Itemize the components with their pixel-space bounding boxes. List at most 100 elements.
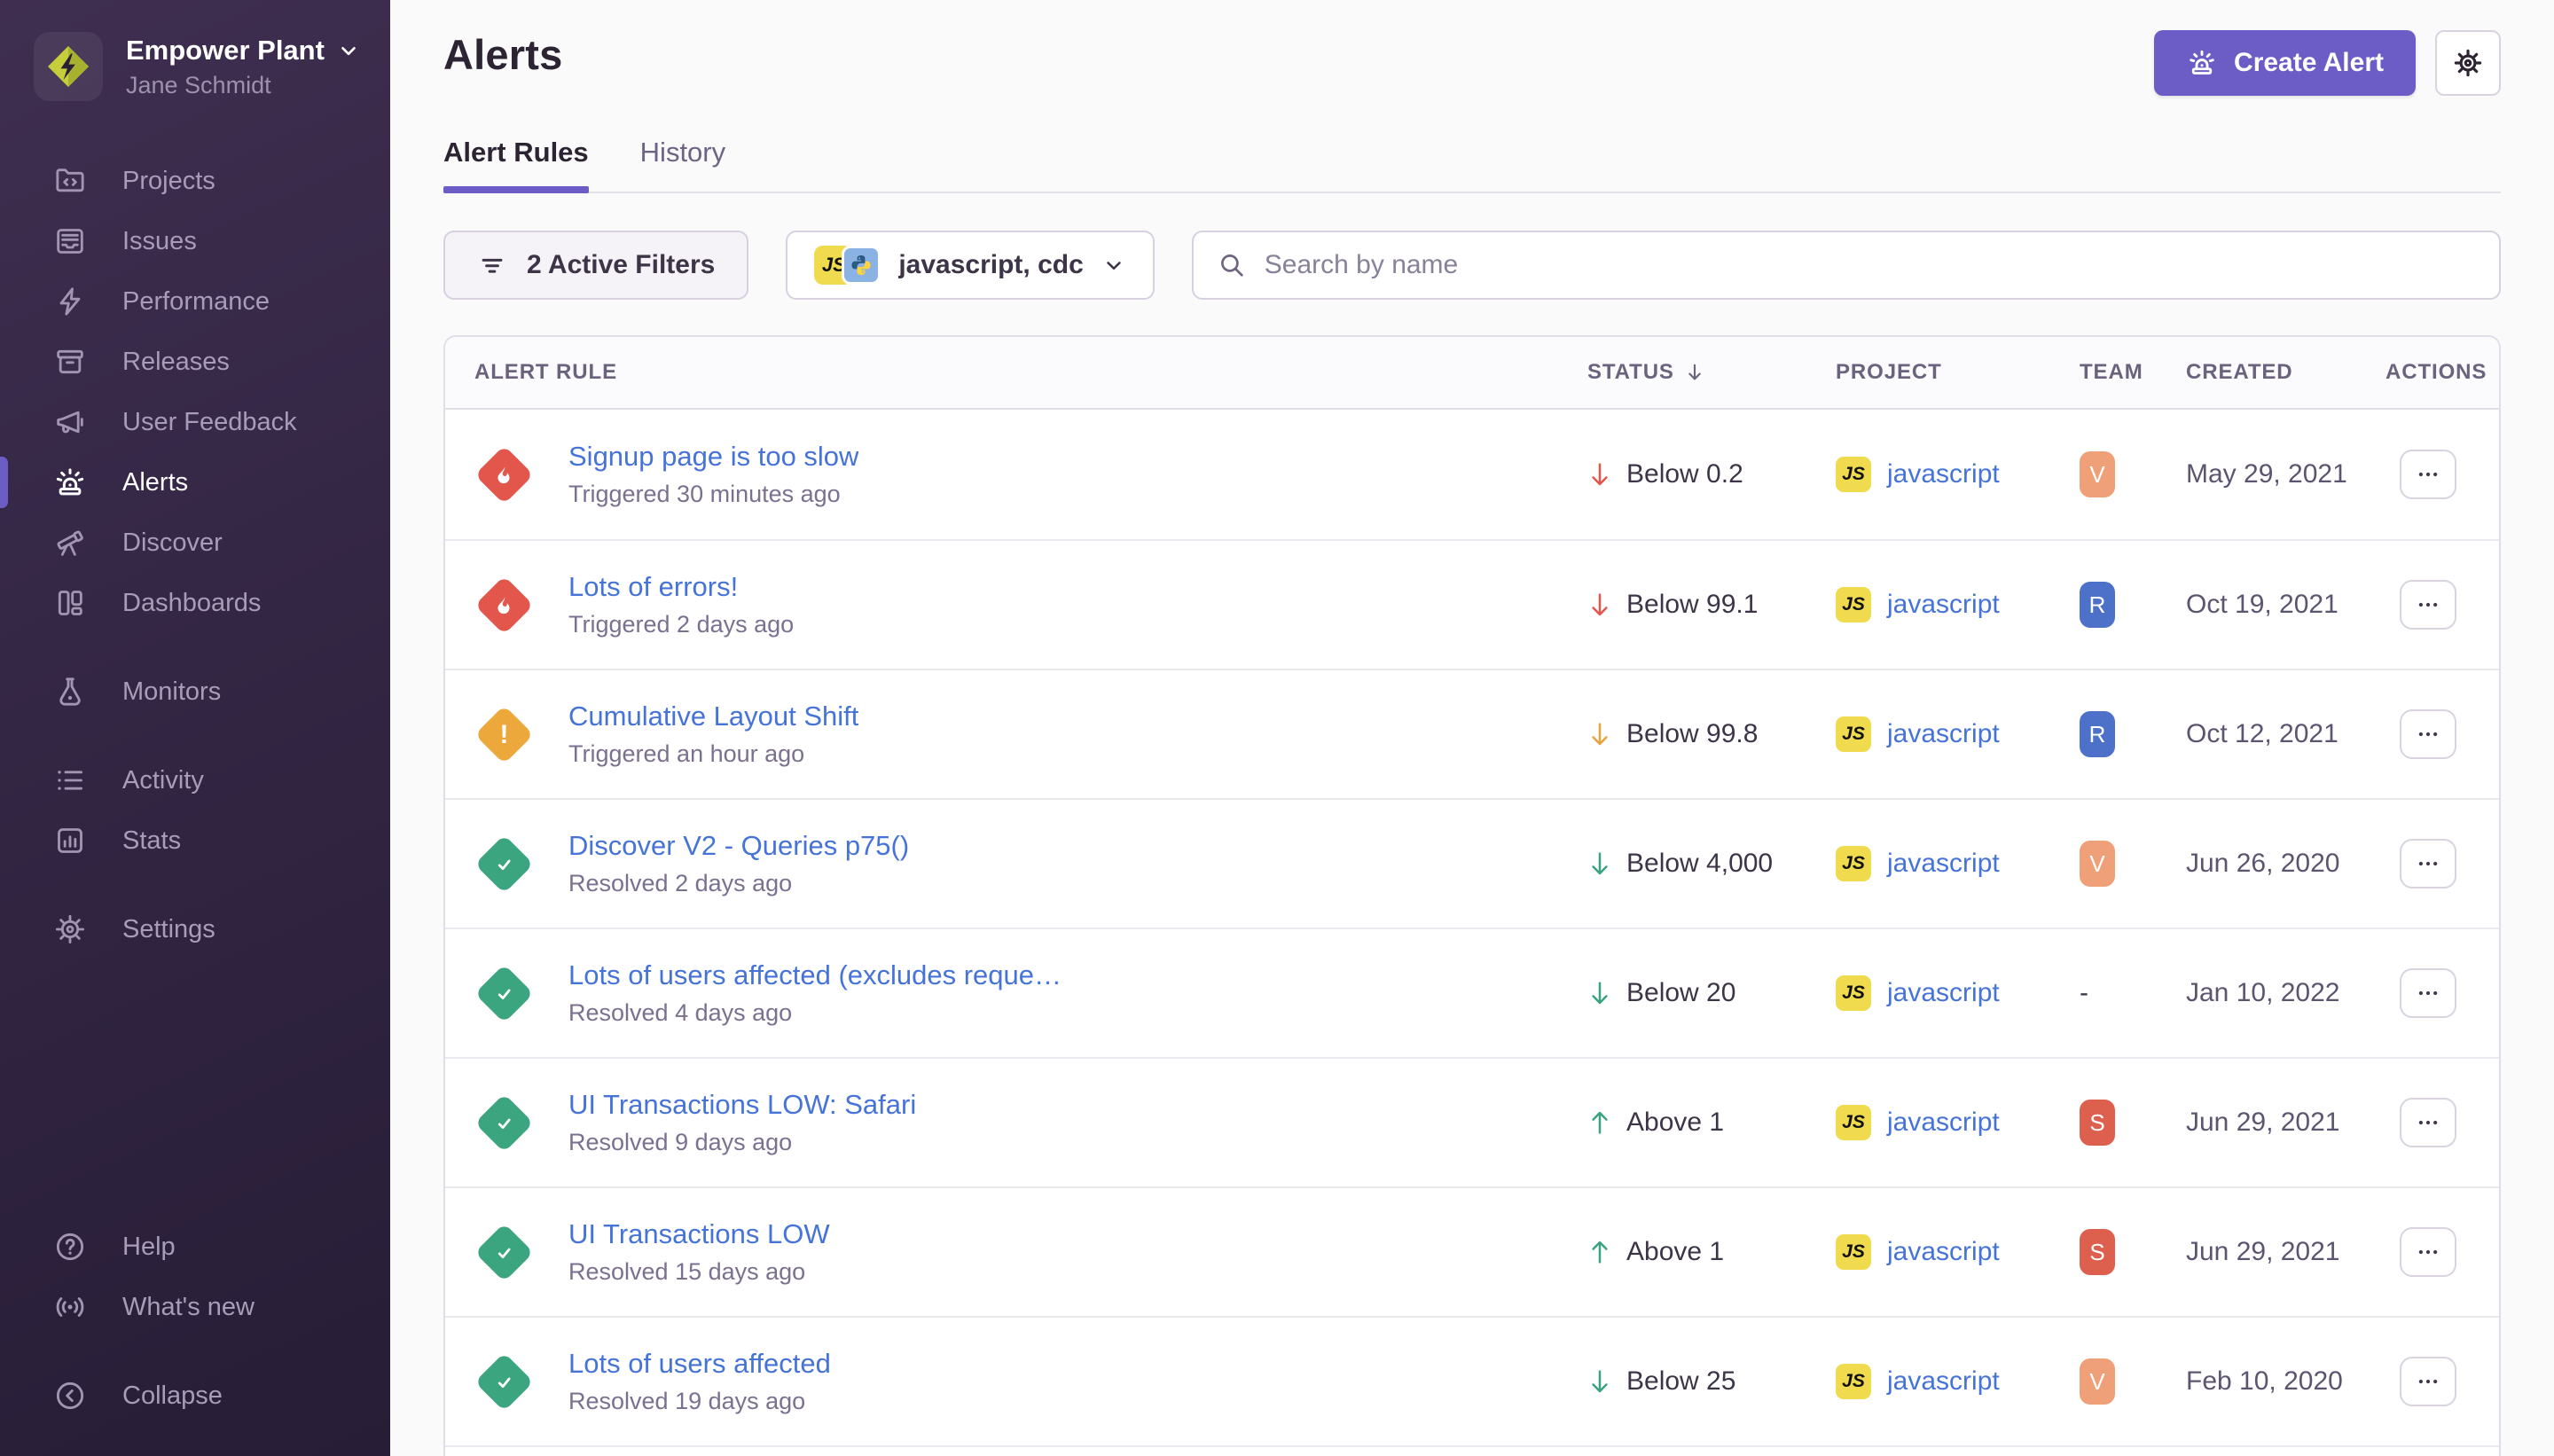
team-cell: V [2080, 1358, 2186, 1405]
javascript-platform-icon: JS [1836, 587, 1871, 622]
javascript-platform-icon: JS [1836, 716, 1871, 752]
status-threshold: Below 4,000 [1626, 849, 1773, 879]
row-actions-button[interactable] [2400, 580, 2456, 630]
sidebar-item-projects[interactable]: Projects [0, 151, 390, 211]
created-date: Jan 10, 2022 [2186, 978, 2386, 1008]
alert-rule-link[interactable]: Signup page is too slow [568, 441, 858, 473]
siren-icon [51, 464, 89, 501]
row-actions-button[interactable] [2400, 709, 2456, 759]
alert-rule-status-time: Triggered 2 days ago [568, 611, 794, 638]
alert-rule-link[interactable]: Lots of users affected [568, 1348, 831, 1380]
project-link[interactable]: javascript [1887, 459, 2000, 489]
severity-diamond-icon: ! [474, 834, 533, 893]
column-header-created: Created [2186, 360, 2386, 385]
project-cell: JS javascript [1836, 1364, 2080, 1399]
sidebar-item-label: Monitors [122, 677, 221, 707]
project-link[interactable]: javascript [1887, 1108, 2000, 1138]
sidebar-item-whats-new[interactable]: What's new [0, 1277, 390, 1337]
alert-settings-button[interactable] [2435, 30, 2501, 96]
dashboard-grid-icon [51, 584, 89, 622]
table-row: ! UI Transactions LOW: Safari Resolved 9… [445, 1057, 2499, 1186]
chevron-down-icon [337, 39, 360, 62]
team-avatar: S [2080, 1229, 2115, 1275]
alert-rules-table: Alert Rule Status Project Team Created A… [443, 335, 2501, 1456]
active-filters-label: 2 Active Filters [527, 250, 715, 280]
search-input[interactable] [1265, 250, 2476, 280]
sidebar-item-stats[interactable]: Stats [0, 810, 390, 871]
org-switcher[interactable]: Empower Plant Jane Schmidt [0, 27, 390, 101]
row-actions-button[interactable] [2400, 1227, 2456, 1277]
project-cell: JS javascript [1836, 587, 2080, 622]
status-cell: Above 1 [1587, 1108, 1836, 1138]
project-link[interactable]: javascript [1887, 590, 2000, 620]
status-cell: Below 99.1 [1587, 590, 1836, 620]
sidebar-item-alerts[interactable]: Alerts [0, 452, 390, 513]
project-link[interactable]: javascript [1887, 719, 2000, 749]
team-avatar: V [2080, 1358, 2115, 1405]
check-icon [491, 1240, 516, 1264]
tab-alert-rules[interactable]: Alert Rules [443, 137, 589, 192]
alert-rule-link[interactable]: Discover V2 - Queries p75() [568, 830, 909, 862]
flask-icon [51, 673, 89, 710]
row-actions-button[interactable] [2400, 1098, 2456, 1147]
sidebar-item-releases[interactable]: Releases [0, 332, 390, 392]
alert-rule-link[interactable]: UI Transactions LOW [568, 1218, 830, 1250]
sidebar-item-help[interactable]: Help [0, 1217, 390, 1277]
sidebar-item-discover[interactable]: Discover [0, 513, 390, 573]
fire-icon [492, 463, 515, 486]
question-circle-icon [51, 1228, 89, 1265]
gear-icon [51, 911, 89, 948]
javascript-platform-icon: JS [1836, 1105, 1871, 1140]
alert-rule-link[interactable]: Cumulative Layout Shift [568, 701, 858, 732]
project-link[interactable]: javascript [1887, 849, 2000, 879]
sidebar-item-collapse[interactable]: Collapse [0, 1366, 390, 1426]
gear-icon [2451, 46, 2485, 80]
ellipsis-icon [2415, 1368, 2441, 1395]
sidebar-item-performance[interactable]: Performance [0, 271, 390, 332]
sidebar-item-issues[interactable]: Issues [0, 211, 390, 271]
row-actions-button[interactable] [2400, 968, 2456, 1018]
row-actions-button[interactable] [2400, 450, 2456, 499]
sidebar-item-label: What's new [122, 1293, 255, 1322]
team-avatar: R [2080, 582, 2115, 628]
sidebar-item-monitors[interactable]: Monitors [0, 661, 390, 722]
tab-history[interactable]: History [640, 137, 725, 192]
team-cell: R [2080, 582, 2186, 628]
alert-rule-link[interactable]: Lots of users affected (excludes reque… [568, 959, 1062, 991]
table-header-row: Alert Rule Status Project Team Created A… [445, 337, 2499, 410]
javascript-platform-icon: JS [1836, 846, 1871, 881]
sidebar-item-user-feedback[interactable]: User Feedback [0, 392, 390, 452]
severity-diamond-icon: ! [474, 445, 533, 504]
project-cell: JS javascript [1836, 846, 2080, 881]
team-cell: - [2080, 978, 2186, 1008]
row-actions-button[interactable] [2400, 839, 2456, 888]
threshold-arrow-icon [1587, 979, 1612, 1007]
broadcast-icon [51, 1288, 89, 1326]
table-row: ! Signup page is too slow Triggered 30 m… [445, 410, 2499, 539]
alert-rule-link[interactable]: Lots of errors! [568, 571, 794, 603]
create-alert-label: Create Alert [2234, 48, 2384, 78]
status-threshold: Below 99.8 [1626, 719, 1758, 749]
project-link[interactable]: javascript [1887, 1366, 2000, 1397]
sidebar-item-label: Performance [122, 287, 270, 317]
project-filter-dropdown[interactable]: JS javascript, cdc [786, 231, 1154, 300]
alert-rule-status-time: Resolved 9 days ago [568, 1129, 916, 1156]
project-cell: JS javascript [1836, 457, 2080, 492]
project-link[interactable]: javascript [1887, 1237, 2000, 1267]
severity-diamond-icon: ! [474, 964, 533, 1022]
sidebar-item-label: Stats [122, 826, 181, 856]
main-content: Alerts Create Alert Alert Rules History … [390, 0, 2554, 1456]
sidebar-item-activity[interactable]: Activity [0, 750, 390, 810]
javascript-platform-icon: JS [1836, 457, 1871, 492]
active-filters-button[interactable]: 2 Active Filters [443, 231, 748, 300]
team-cell: S [2080, 1100, 2186, 1146]
create-alert-button[interactable]: Create Alert [2154, 30, 2416, 96]
user-name: Jane Schmidt [126, 72, 360, 99]
row-actions-button[interactable] [2400, 1357, 2456, 1406]
sidebar-item-dashboards[interactable]: Dashboards [0, 573, 390, 633]
sidebar-item-settings[interactable]: Settings [0, 899, 390, 959]
alert-rule-link[interactable]: UI Transactions LOW: Safari [568, 1089, 916, 1121]
column-header-status[interactable]: Status [1587, 360, 1836, 385]
created-date: Oct 12, 2021 [2186, 719, 2386, 749]
project-link[interactable]: javascript [1887, 978, 2000, 1008]
